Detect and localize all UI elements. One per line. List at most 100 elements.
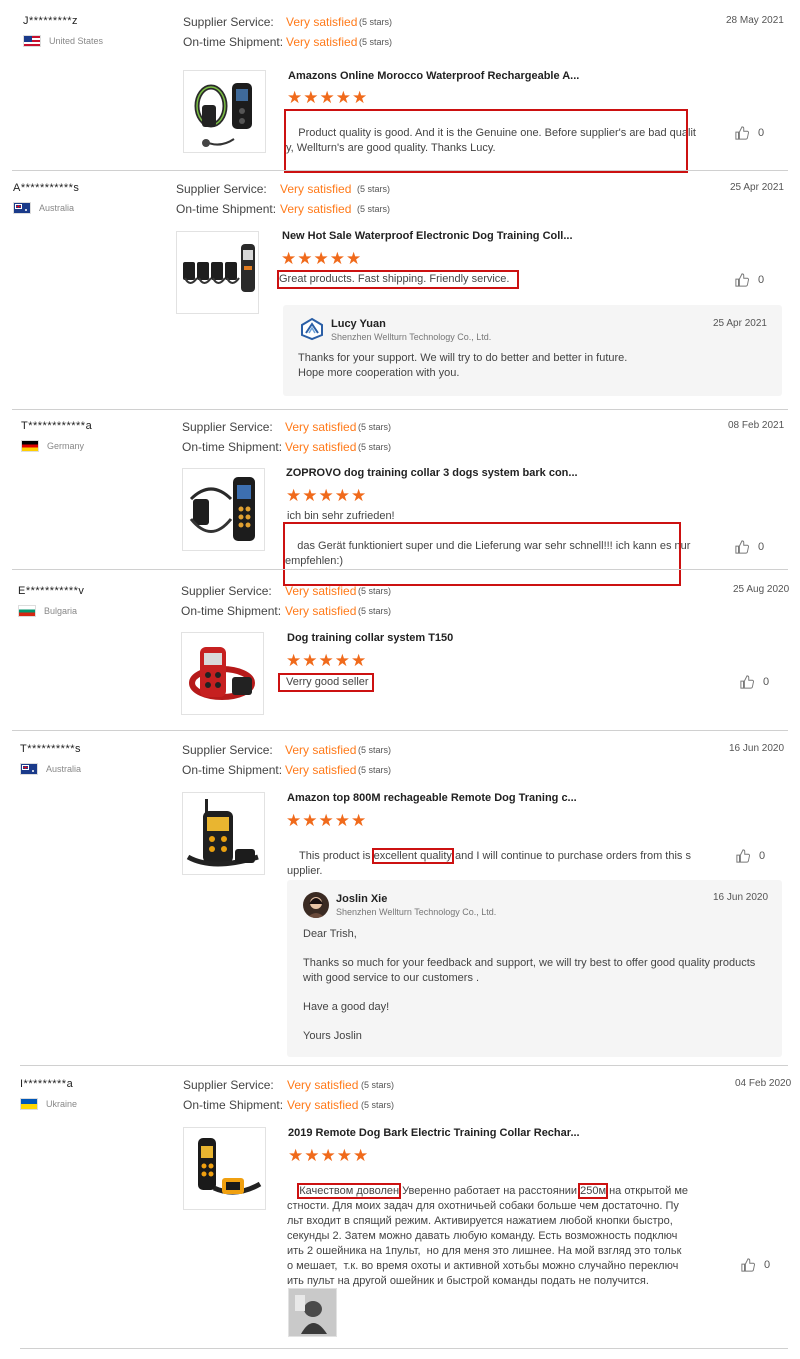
like-count: 0 [758,274,765,286]
seller-avatar-icon [303,892,329,918]
supplier-service-stars: (5 stars) [361,1080,395,1090]
review-text-highlight: Качеством доволен [297,1183,402,1199]
reply-company: Shenzhen Wellturn Technology Co., Ltd. [331,332,492,342]
review-item: J*********z United States Supplier Servi… [0,0,800,173]
shipment-value: Very satisfied [285,604,357,618]
review-date: 04 Feb 2020 [735,1078,792,1089]
star-rating: ★★★★★ [287,88,369,107]
like-count: 0 [764,1259,771,1271]
star-rating: ★★★★★ [281,249,363,268]
review-text-line: upplier. [287,865,323,877]
product-thumbnail[interactable] [183,1127,266,1210]
country-label: Ukraine [46,1099,78,1109]
review-text-highlight: 250м [578,1183,609,1199]
review-item: T************a Germany Supplier Service:… [0,409,800,586]
supplier-service-stars: (5 stars) [357,184,391,194]
reply-date: 16 Jun 2020 [713,892,769,903]
review-date: 25 Apr 2021 [730,182,784,193]
like-button[interactable]: 0 [735,273,764,287]
thumbs-up-icon [735,273,749,287]
supplier-service-label: Supplier Service: [176,182,267,196]
seller-reply: Lucy Yuan Shenzhen Wellturn Technology C… [283,305,782,396]
review-text-segment: Уверенно работает на расстоянии [399,1185,581,1197]
shipment-stars: (5 stars) [358,765,392,775]
product-thumbnail[interactable] [182,792,265,875]
supplier-service-value: Very satisfied [286,15,358,29]
review-text-line: y, Wellturn's are good quality. Thanks L… [286,142,496,154]
review-item: T**********s Australia Supplier Service:… [0,730,800,1065]
thumbs-up-icon [735,540,749,554]
like-count: 0 [758,127,765,139]
shipment-label: On-time Shipment: [182,763,283,777]
flag-de-icon [21,440,39,452]
like-button[interactable]: 0 [741,1258,770,1272]
reviewer-name: T************a [21,420,93,432]
shipment-stars: (5 stars) [361,1100,395,1110]
review-item: I*********a Ukraine Supplier Service: Ve… [0,1065,800,1359]
review-text-plain: ich bin sehr zufrieden! [287,510,395,522]
product-title[interactable]: ZOPROVO dog training collar 3 dogs syste… [286,467,578,479]
shipment-stars: (5 stars) [359,37,393,47]
product-title[interactable]: Dog training collar system T150 [287,632,453,644]
shipment-label: On-time Shipment: [183,35,284,49]
seller-reply: Joslin Xie Shenzhen Wellturn Technology … [287,880,782,1057]
flag-us-icon [23,35,41,47]
product-title[interactable]: Amazon top 800M rechageable Remote Dog T… [287,792,577,804]
star-rating: ★★★★★ [288,1146,370,1165]
shipment-label: On-time Shipment: [182,440,283,454]
review-item: A***********s Australia Supplier Service… [0,170,800,410]
supplier-service-value: Very satisfied [287,1078,359,1092]
like-count: 0 [758,541,765,553]
product-thumbnail[interactable] [181,632,264,715]
like-button[interactable]: 0 [736,849,765,863]
reviewer-country: Australia [13,202,74,214]
review-text: Product quality is good. And it is the G… [284,109,696,173]
country-label: Australia [39,203,75,213]
shipment-value: Very satisfied [287,1098,359,1112]
review-item: E***********v Bulgaria Supplier Service:… [0,569,800,730]
supplier-service-stars: (5 stars) [359,17,393,27]
reply-author: Lucy Yuan [331,318,386,330]
reviewer-name: T**********s [20,743,82,755]
review-text-line: das Gerät funktioniert super und die Lie… [297,540,691,552]
shipment-stars: (5 stars) [358,606,392,616]
product-thumbnail[interactable] [182,468,265,551]
flag-bg-icon [18,605,36,617]
review-photo[interactable] [288,1288,337,1337]
supplier-service-label: Supplier Service: [183,15,274,29]
flag-ua-icon [20,1098,38,1110]
country-label: Germany [47,441,85,451]
reviewer-name: E***********v [18,585,85,597]
product-thumbnail[interactable] [183,70,266,153]
shipment-stars: (5 stars) [357,204,391,214]
country-label: United States [49,36,104,46]
review-text-segment: and I will continue to purchase orders f… [451,850,691,862]
reply-text: Thanks for your support. We will try to … [298,352,628,379]
product-title[interactable]: 2019 Remote Dog Bark Electric Training C… [288,1127,580,1139]
reviewer-country: Germany [21,440,84,452]
reviewer-name: A***********s [13,182,80,194]
like-button[interactable]: 0 [735,126,764,140]
review-text: Verry good seller [278,673,374,692]
flag-au-icon [13,202,31,214]
review-text-line: empfehlen:) [285,555,344,567]
product-title[interactable]: Amazons Online Morocco Waterproof Rechar… [288,70,579,82]
thumbs-up-icon [735,126,749,140]
supplier-service-value: Very satisfied [280,182,352,196]
star-rating: ★★★★★ [286,811,368,830]
like-button[interactable]: 0 [735,540,764,554]
supplier-service-label: Supplier Service: [182,743,273,757]
review-date: 16 Jun 2020 [729,743,785,754]
supplier-service-label: Supplier Service: [181,584,272,598]
shipment-label: On-time Shipment: [176,202,277,216]
product-title[interactable]: New Hot Sale Waterproof Electronic Dog T… [282,230,573,242]
reviewer-name: J*********z [23,15,79,27]
review-text-segment: на открытой ме [606,1185,689,1197]
shipment-value: Very satisfied [280,202,352,216]
review-text: Качеством доволен Уверенно работает на р… [287,1169,688,1304]
supplier-service-stars: (5 stars) [358,745,392,755]
review-text-rest: стности. Для моих задач для охотничьей с… [287,1200,682,1287]
shipment-label: On-time Shipment: [183,1098,284,1112]
product-thumbnail[interactable] [176,231,259,314]
like-button[interactable]: 0 [740,675,769,689]
